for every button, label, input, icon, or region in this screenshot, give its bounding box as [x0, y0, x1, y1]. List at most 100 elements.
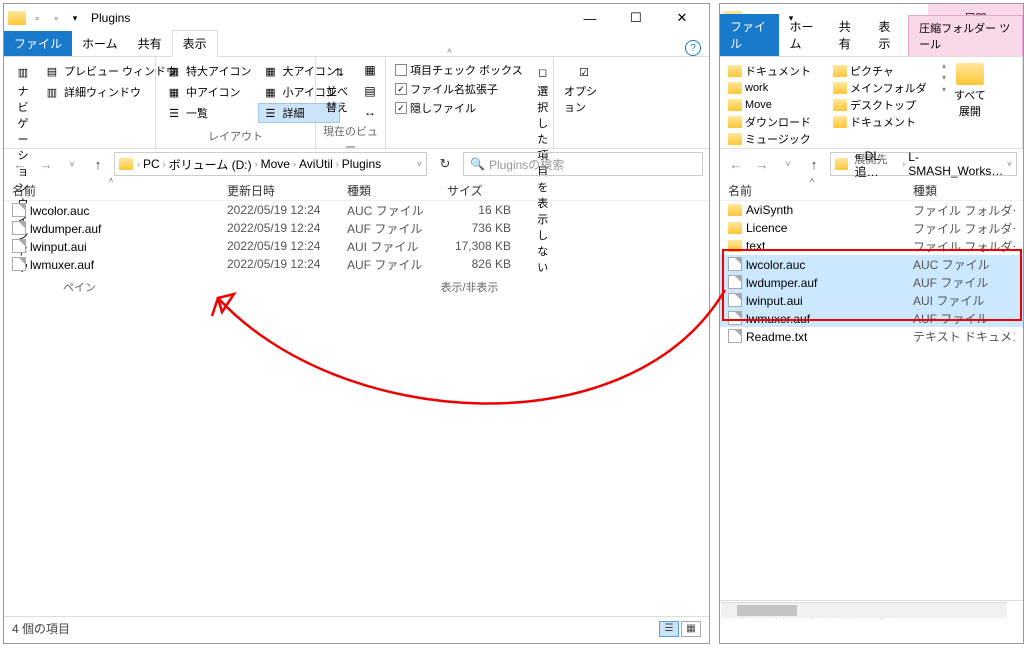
- ribbon-extract: ドキュメント ピクチャ work メインフォルダ Move デスクトップ ダウン…: [720, 57, 1023, 149]
- tab-archive-tools[interactable]: 圧縮フォルダー ツール: [908, 15, 1023, 56]
- col-type[interactable]: 種類: [339, 179, 439, 200]
- checkbox-hidden[interactable]: 隠しファイル: [392, 99, 526, 117]
- addcol-icon[interactable]: ▤: [361, 82, 379, 100]
- checkbox-icon[interactable]: [395, 102, 407, 114]
- close-button[interactable]: ✕: [659, 4, 705, 32]
- tab-file[interactable]: ファイル: [720, 14, 779, 56]
- back-button[interactable]: ←: [726, 154, 746, 174]
- list-item[interactable]: text ファイル フォルダー: [720, 237, 1023, 255]
- address-bar[interactable]: « DL追…› L-SMASH_Works… ˅: [830, 152, 1017, 176]
- list-item[interactable]: Licence ファイル フォルダー: [720, 219, 1023, 237]
- breadcrumb-item[interactable]: « DL追…: [852, 149, 903, 180]
- dest-item[interactable]: ドキュメント: [728, 63, 823, 79]
- back-button[interactable]: ←: [10, 154, 30, 174]
- dest-item[interactable]: ミュージック: [728, 131, 823, 147]
- scrollbar-thumb[interactable]: [737, 605, 797, 616]
- up-button[interactable]: ↑: [804, 154, 824, 174]
- pane-icon: ▤: [43, 62, 61, 80]
- view-icons-button[interactable]: ▦: [681, 621, 701, 637]
- statusbar: 4 個の項目 ☰ ▦: [4, 616, 709, 640]
- list-item[interactable]: AviSynth ファイル フォルダー: [720, 201, 1023, 219]
- extract-all-button[interactable]: すべて 展開: [950, 61, 990, 121]
- dest-item[interactable]: work: [728, 80, 823, 96]
- dest-item[interactable]: Move: [728, 97, 823, 113]
- dest-item[interactable]: ドキュメント: [833, 114, 928, 130]
- history-dropdown[interactable]: ˅: [62, 154, 82, 174]
- list-item[interactable]: lwcolor.auc 2022/05/19 12:24 AUC ファイル 16…: [4, 201, 709, 219]
- dest-item[interactable]: メインフォルダ: [833, 80, 928, 96]
- folder-icon: [8, 11, 26, 25]
- list-item[interactable]: Readme.txt テキスト ドキュメント: [720, 327, 1023, 345]
- breadcrumb-item[interactable]: Move: [258, 157, 293, 171]
- col-date[interactable]: 更新日時: [219, 179, 339, 200]
- tab-view[interactable]: 表示: [172, 30, 218, 57]
- ribbon-collapse-icon[interactable]: ˄: [447, 46, 452, 56]
- addr-dropdown-icon[interactable]: ˅: [417, 159, 422, 169]
- column-headers: 名前˄ 種類: [720, 179, 1023, 201]
- folder-icon: [119, 158, 133, 170]
- scroll-down-icon[interactable]: ▾: [942, 73, 946, 82]
- view-details-button[interactable]: ☰: [659, 621, 679, 637]
- checkbox-items[interactable]: 項目チェック ボックス: [392, 61, 526, 79]
- qat-item[interactable]: ▫: [29, 10, 45, 26]
- list-item[interactable]: lwinput.aui AUI ファイル: [720, 291, 1023, 309]
- file-icon: [728, 311, 742, 325]
- expand-icon[interactable]: ▾: [942, 85, 946, 94]
- breadcrumb-item[interactable]: ボリューム (D:): [166, 156, 255, 173]
- dest-item[interactable]: ピクチャ: [833, 63, 928, 79]
- layout-m[interactable]: ▦中アイコン: [162, 82, 254, 102]
- list-item[interactable]: lwdumper.auf AUF ファイル: [720, 273, 1023, 291]
- col-name[interactable]: 名前˄: [4, 179, 219, 200]
- file-icon: [728, 329, 742, 343]
- breadcrumb-item[interactable]: AviUtil: [296, 157, 336, 171]
- addr-dropdown-icon[interactable]: ˅: [1007, 159, 1012, 169]
- col-size[interactable]: サイズ: [439, 179, 519, 200]
- checkbox-icon[interactable]: [395, 64, 407, 76]
- tab-share[interactable]: 共有: [829, 14, 869, 56]
- file-icon: [728, 293, 742, 307]
- folder-icon: [728, 65, 742, 77]
- minimize-button[interactable]: —: [567, 4, 613, 32]
- tab-view[interactable]: 表示: [868, 14, 908, 56]
- search-input[interactable]: 🔍 Pluginsの検索: [463, 152, 703, 176]
- address-bar[interactable]: › PC› ボリューム (D:)› Move› AviUtil› Plugins…: [114, 152, 427, 176]
- col-name[interactable]: 名前˄: [720, 179, 905, 200]
- tab-home[interactable]: ホーム: [72, 31, 128, 56]
- sort-button[interactable]: ⇅ 並べ替え: [322, 61, 357, 117]
- col-type[interactable]: 種類: [905, 179, 1015, 200]
- qat-item[interactable]: ▫: [48, 10, 64, 26]
- breadcrumb-item[interactable]: PC: [140, 157, 163, 171]
- options-button[interactable]: ☑ オプション: [560, 61, 608, 117]
- qat-dropdown-icon[interactable]: ▾: [67, 10, 83, 26]
- list-item[interactable]: lwinput.aui 2022/05/19 12:24 AUI ファイル 17…: [4, 237, 709, 255]
- history-dropdown[interactable]: ˅: [778, 154, 798, 174]
- file-icon: [728, 275, 742, 289]
- checkbox-ext[interactable]: ファイル名拡張子: [392, 80, 526, 98]
- help-icon[interactable]: ?: [685, 40, 701, 56]
- group-icon[interactable]: ▦: [361, 61, 379, 79]
- folder-icon: [833, 116, 847, 128]
- layout-list[interactable]: ☰一覧: [162, 103, 254, 123]
- scroll-up-icon[interactable]: ▴: [942, 61, 946, 70]
- dest-item[interactable]: ダウンロード: [728, 114, 823, 130]
- maximize-button[interactable]: ☐: [613, 4, 659, 32]
- tab-file[interactable]: ファイル: [4, 31, 72, 56]
- list-item[interactable]: lwdumper.auf 2022/05/19 12:24 AUF ファイル 7…: [4, 219, 709, 237]
- up-button[interactable]: ↑: [88, 154, 108, 174]
- layout-xl[interactable]: ▦特大アイコン: [162, 61, 254, 81]
- navbar: ← → ˅ ↑ « DL追…› L-SMASH_Works… ˅: [720, 149, 1023, 179]
- refresh-button[interactable]: ↻: [433, 156, 457, 172]
- list-item[interactable]: lwcolor.auc AUC ファイル: [720, 255, 1023, 273]
- breadcrumb-item[interactable]: Plugins: [339, 157, 384, 171]
- titlebar[interactable]: ▫ ▫ ▾ Plugins — ☐ ✕: [4, 4, 709, 32]
- sizecol-icon[interactable]: ↔: [361, 103, 379, 121]
- file-list: AviSynth ファイル フォルダー Licence ファイル フォルダー t…: [720, 201, 1023, 600]
- scrollbar-horizontal[interactable]: [721, 602, 1007, 618]
- breadcrumb-item[interactable]: L-SMASH_Works…: [905, 150, 1007, 178]
- list-item[interactable]: lwmuxer.auf 2022/05/19 12:24 AUF ファイル 82…: [4, 255, 709, 273]
- tab-share[interactable]: 共有: [128, 31, 172, 56]
- tab-home[interactable]: ホーム: [779, 14, 828, 56]
- list-item[interactable]: lwmuxer.auf AUF ファイル: [720, 309, 1023, 327]
- checkbox-icon[interactable]: [395, 83, 407, 95]
- dest-item[interactable]: デスクトップ: [833, 97, 928, 113]
